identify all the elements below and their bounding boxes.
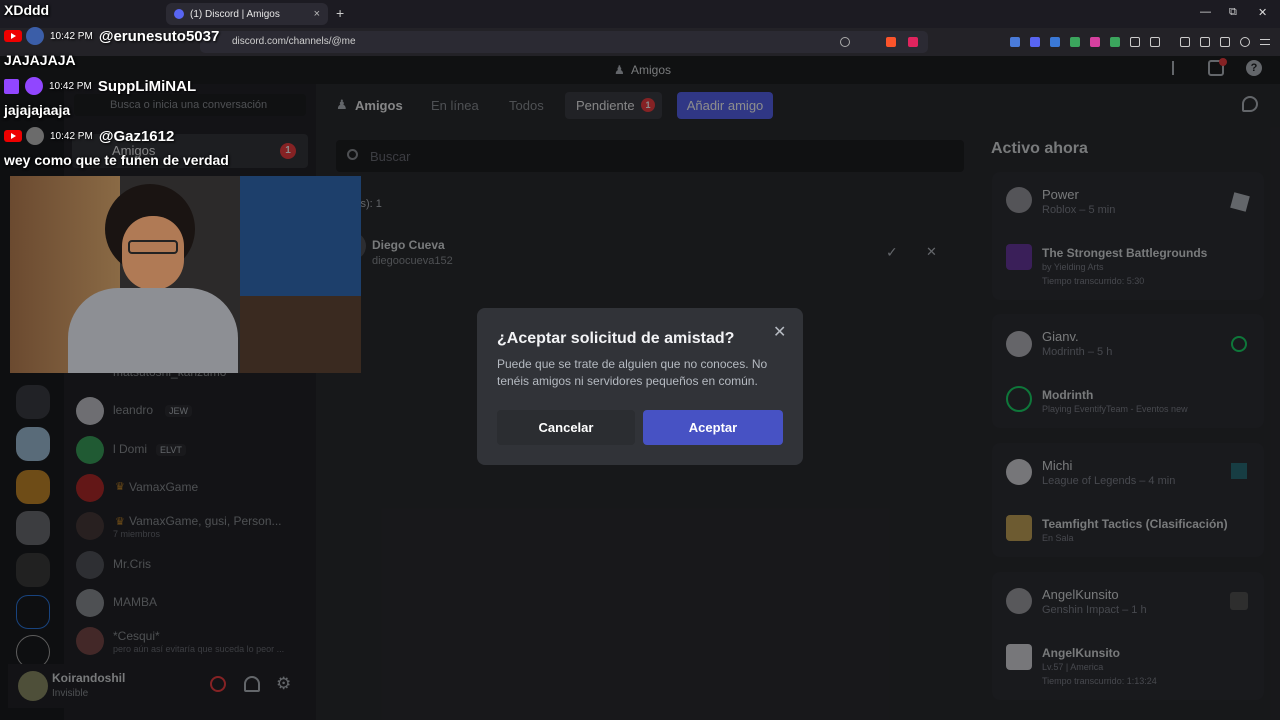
glasses-icon — [128, 240, 178, 254]
new-tab-button[interactable]: + — [336, 5, 344, 21]
tab-close-icon[interactable]: × — [314, 8, 320, 20]
extension-translate-icon[interactable] — [1010, 37, 1020, 47]
window-background — [240, 176, 361, 296]
chat-time: 10:42 PM — [49, 80, 92, 92]
brave-rewards-icon[interactable] — [908, 37, 918, 47]
sidebar-toggle-icon[interactable] — [1180, 37, 1190, 47]
extension-blue-icon[interactable] — [1050, 37, 1060, 47]
person-shirt — [68, 288, 238, 373]
modal-title: ¿Aceptar solicitud de amistad? — [497, 330, 735, 347]
overlay-top-text: XDddd — [4, 2, 50, 18]
extension-box-icon[interactable] — [1150, 37, 1160, 47]
leo-ai-icon[interactable] — [1220, 37, 1230, 47]
avatar — [26, 127, 44, 145]
accept-friend-modal: ¿Aceptar solicitud de amistad? ✕ Puede q… — [477, 308, 803, 465]
brave-shield-icon[interactable] — [886, 37, 896, 47]
twitch-icon — [4, 78, 19, 94]
chat-message-text: jajajajaaja — [4, 102, 71, 118]
avatar — [26, 27, 44, 45]
extension-pink-icon[interactable] — [1090, 37, 1100, 47]
wallet-icon[interactable] — [1200, 37, 1210, 47]
extensions-puzzle-icon[interactable] — [1130, 37, 1140, 47]
browser-tab-discord[interactable]: (1) Discord | Amigos × — [166, 3, 328, 25]
url-text: discord.com/channels/@me — [232, 36, 356, 47]
youtube-icon — [4, 130, 22, 142]
extension-green-icon[interactable] — [1070, 37, 1080, 47]
maximize-icon[interactable]: ⧉ — [1229, 6, 1237, 19]
modal-close-icon[interactable]: ✕ — [773, 322, 786, 342]
accept-button[interactable]: Aceptar — [643, 410, 783, 445]
avatar — [25, 77, 43, 95]
extension-discord-icon[interactable] — [1030, 37, 1040, 47]
chat-message-text: JAJAJAJA — [4, 52, 76, 68]
modal-body: Puede que se trate de alguien que no con… — [497, 357, 768, 388]
chat-message-header: 10:42 PM SuppLiMiNAL — [4, 77, 196, 95]
address-bar[interactable]: discord.com/channels/@me — [200, 31, 928, 53]
minimize-icon[interactable]: — — [1200, 6, 1211, 18]
webcam-overlay — [10, 176, 361, 373]
extension-leaf-icon[interactable] — [1110, 37, 1120, 47]
youtube-icon — [4, 30, 22, 42]
chat-time: 10:42 PM — [50, 130, 93, 142]
chat-message-header: 10:42 PM @Gaz1612 — [4, 127, 174, 145]
window-close-icon[interactable]: ✕ — [1258, 6, 1267, 19]
menu-hamburger-icon[interactable] — [1260, 37, 1270, 47]
cancel-button[interactable]: Cancelar — [497, 410, 635, 445]
vpn-icon[interactable] — [1240, 37, 1250, 47]
tab-title: (1) Discord | Amigos — [190, 8, 280, 20]
chat-message-header: 10:42 PM @erunesuto5037 — [4, 27, 219, 45]
chat-time: 10:42 PM — [50, 30, 93, 42]
zoom-icon[interactable] — [840, 37, 850, 47]
chat-username: @erunesuto5037 — [98, 27, 220, 45]
discord-favicon-icon — [174, 9, 184, 19]
chat-username: @Gaz1612 — [98, 127, 175, 145]
chat-message-text: wey como que te funen de verdad — [4, 152, 229, 168]
chat-username: SuppLiMiNAL — [97, 77, 197, 95]
browser-tab-bar: (1) Discord | Amigos × + — ⧉ ✕ — [0, 0, 1280, 28]
